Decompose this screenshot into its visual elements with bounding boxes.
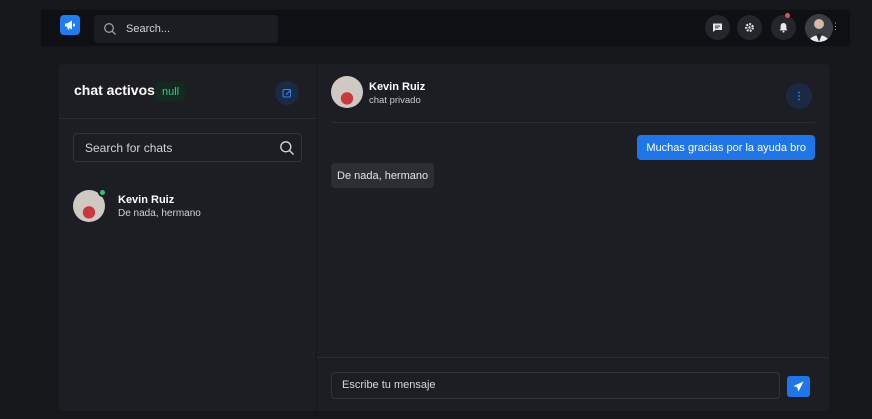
search-icon — [104, 23, 116, 35]
contact-avatar — [331, 76, 363, 108]
top-navbar: ⋮ — [41, 10, 850, 46]
online-status-dot — [98, 188, 107, 197]
edit-icon — [282, 89, 292, 98]
send-icon — [793, 381, 804, 392]
global-search — [94, 15, 278, 43]
conversation-type: chat privado — [369, 95, 421, 106]
avatar-image — [805, 14, 833, 42]
conversation-options-button[interactable] — [786, 83, 812, 109]
chat-contact-name: Kevin Ruiz — [118, 194, 175, 206]
global-search-input[interactable] — [126, 23, 266, 35]
more-vertical-icon — [798, 91, 800, 101]
settings-button[interactable] — [737, 15, 762, 40]
send-button[interactable] — [787, 376, 810, 397]
message-input[interactable] — [331, 372, 780, 399]
app-window: ⋮ chat activos null Kevin Ruiz D — [0, 0, 872, 419]
chat-search-input[interactable] — [85, 140, 270, 155]
megaphone-icon — [65, 20, 75, 30]
logo-button[interactable] — [60, 15, 80, 35]
chat-search — [73, 133, 302, 162]
notifications-button[interactable] — [771, 13, 796, 40]
chat-list-item[interactable]: Kevin Ruiz De nada, hermano — [73, 187, 302, 225]
chat-list-title: chat activos — [74, 82, 155, 98]
chat-icon — [713, 23, 722, 32]
chat-list-panel: chat activos null Kevin Ruiz De nada, he… — [59, 64, 316, 411]
message-composer — [317, 357, 829, 411]
conversation-header: Kevin Ruiz chat privado — [331, 64, 815, 123]
search-icon[interactable] — [279, 140, 295, 156]
message-incoming: De nada, hermano — [331, 163, 435, 188]
chat-list-header: chat activos null — [59, 64, 316, 119]
chat-count-badge: null — [156, 82, 186, 101]
chevron-down-icon[interactable]: ⋮ — [831, 21, 840, 35]
messages-button[interactable] — [705, 15, 730, 40]
chat-last-message: De nada, hermano — [118, 208, 201, 219]
notification-dot — [785, 13, 790, 18]
conversation-panel: Kevin Ruiz chat privado Muchas gracias p… — [317, 64, 829, 411]
conversation-contact-name: Kevin Ruiz — [369, 81, 426, 93]
message-outgoing: Muchas gracias por la ayuda bro — [637, 135, 815, 160]
bell-icon — [779, 23, 788, 33]
new-chat-button[interactable] — [275, 81, 299, 105]
user-avatar[interactable] — [805, 14, 833, 42]
gear-icon — [745, 23, 754, 32]
